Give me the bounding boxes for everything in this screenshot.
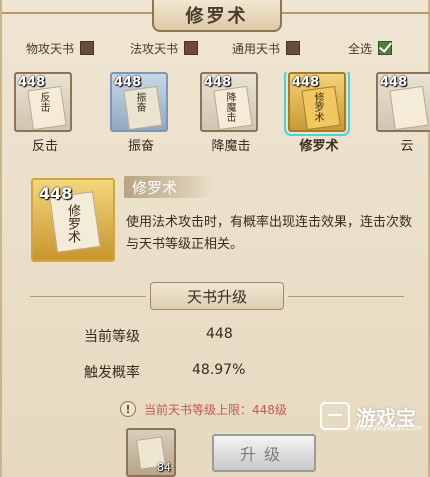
watermark-url: www.youxibao.com	[354, 424, 422, 432]
selected-book-description: 使用法术攻击时，有概率出现连击效果，连击次数与天书等级正相关。	[126, 215, 413, 252]
material-count: 84	[157, 461, 171, 474]
book-name: 反击	[31, 139, 58, 154]
upgrade-section-title: 天书升级	[150, 282, 284, 310]
book-icon-zhenfen[interactable]: 振奋 448	[110, 72, 168, 132]
exclamation-icon: !	[120, 401, 136, 417]
stat-label-chance: 触发概率	[84, 365, 140, 381]
section-divider-left	[30, 296, 146, 297]
selected-book-name: 修罗术	[124, 176, 214, 198]
filter-magic-label: 法攻天书	[130, 41, 179, 56]
scroll-glyph: 振奋	[134, 92, 145, 112]
book-level: 448	[380, 75, 408, 90]
filter-general-label: 通用天书	[232, 41, 281, 56]
filter-magic[interactable]: 法攻天书	[130, 40, 199, 56]
filter-general[interactable]: 通用天书	[232, 40, 301, 56]
filter-physical[interactable]: 物攻天书	[26, 40, 95, 56]
book-level: 448	[114, 75, 142, 90]
book-item-zhenfen[interactable]: 振奋 448 振奋	[110, 72, 172, 154]
section-divider-right	[288, 296, 404, 297]
book-level: 448	[292, 75, 320, 90]
scroll-glyph: 修罗术	[65, 204, 80, 243]
book-item-xiuluoshu[interactable]: 修罗术 448 修罗术	[284, 72, 350, 154]
stat-value-level: 448	[206, 326, 233, 342]
book-level: 448	[204, 75, 232, 90]
scroll-icon	[389, 85, 429, 130]
skill-book-panel: 修罗术 物攻天书 法攻天书 通用天书 全选 反击 448 反击 振奋 448 振…	[0, 0, 430, 477]
book-icon-fanji[interactable]: 反击 448	[14, 72, 72, 132]
stat-label-level: 当前等级	[84, 329, 140, 345]
selected-book-level: 448	[39, 184, 73, 203]
filter-magic-checkbox[interactable]	[184, 41, 199, 55]
level-cap-warning: ! 当前天书等级上限：448级	[120, 400, 320, 418]
book-name: 云	[400, 139, 414, 154]
book-name: 修罗术	[299, 139, 339, 154]
book-item-yun[interactable]: 448 云	[376, 72, 430, 154]
book-icon-yun[interactable]: 448	[376, 72, 430, 132]
filter-physical-checkbox[interactable]	[80, 41, 95, 55]
level-cap-text: 当前天书等级上限：448级	[144, 402, 287, 417]
book-icon-xiuluoshu[interactable]: 修罗术 448	[284, 72, 350, 136]
book-item-fanji[interactable]: 反击 448 反击	[14, 72, 76, 154]
filter-select-all[interactable]: 全选	[348, 40, 393, 56]
filter-select-all-label: 全选	[348, 41, 373, 56]
scroll-glyph: 降魔击	[224, 92, 235, 122]
gamepad-logo-icon	[320, 402, 350, 430]
upgrade-material-slot[interactable]: 84	[126, 428, 176, 477]
select-all-checkbox[interactable]	[378, 41, 393, 55]
book-item-xiangmoji[interactable]: 降魔击 448 降魔击	[200, 72, 262, 154]
upgrade-button[interactable]: 升级	[212, 434, 316, 472]
book-icon-xiangmoji[interactable]: 降魔击 448	[200, 72, 258, 132]
stat-value-chance: 48.97%	[192, 362, 246, 378]
panel-title: 修罗术	[152, 0, 282, 32]
scroll-glyph: 反击	[38, 92, 49, 112]
filter-general-checkbox[interactable]	[286, 41, 301, 55]
selected-book-icon: 修罗术 448	[31, 178, 115, 262]
scroll-glyph: 修罗术	[312, 92, 323, 122]
book-name: 振奋	[127, 139, 154, 154]
book-list[interactable]: 反击 448 反击 振奋 448 振奋 降魔击 448 降魔击 修罗术 448 …	[2, 72, 430, 164]
book-name: 降魔击	[211, 139, 251, 154]
book-level: 448	[18, 75, 46, 90]
filter-physical-label: 物攻天书	[26, 41, 75, 56]
